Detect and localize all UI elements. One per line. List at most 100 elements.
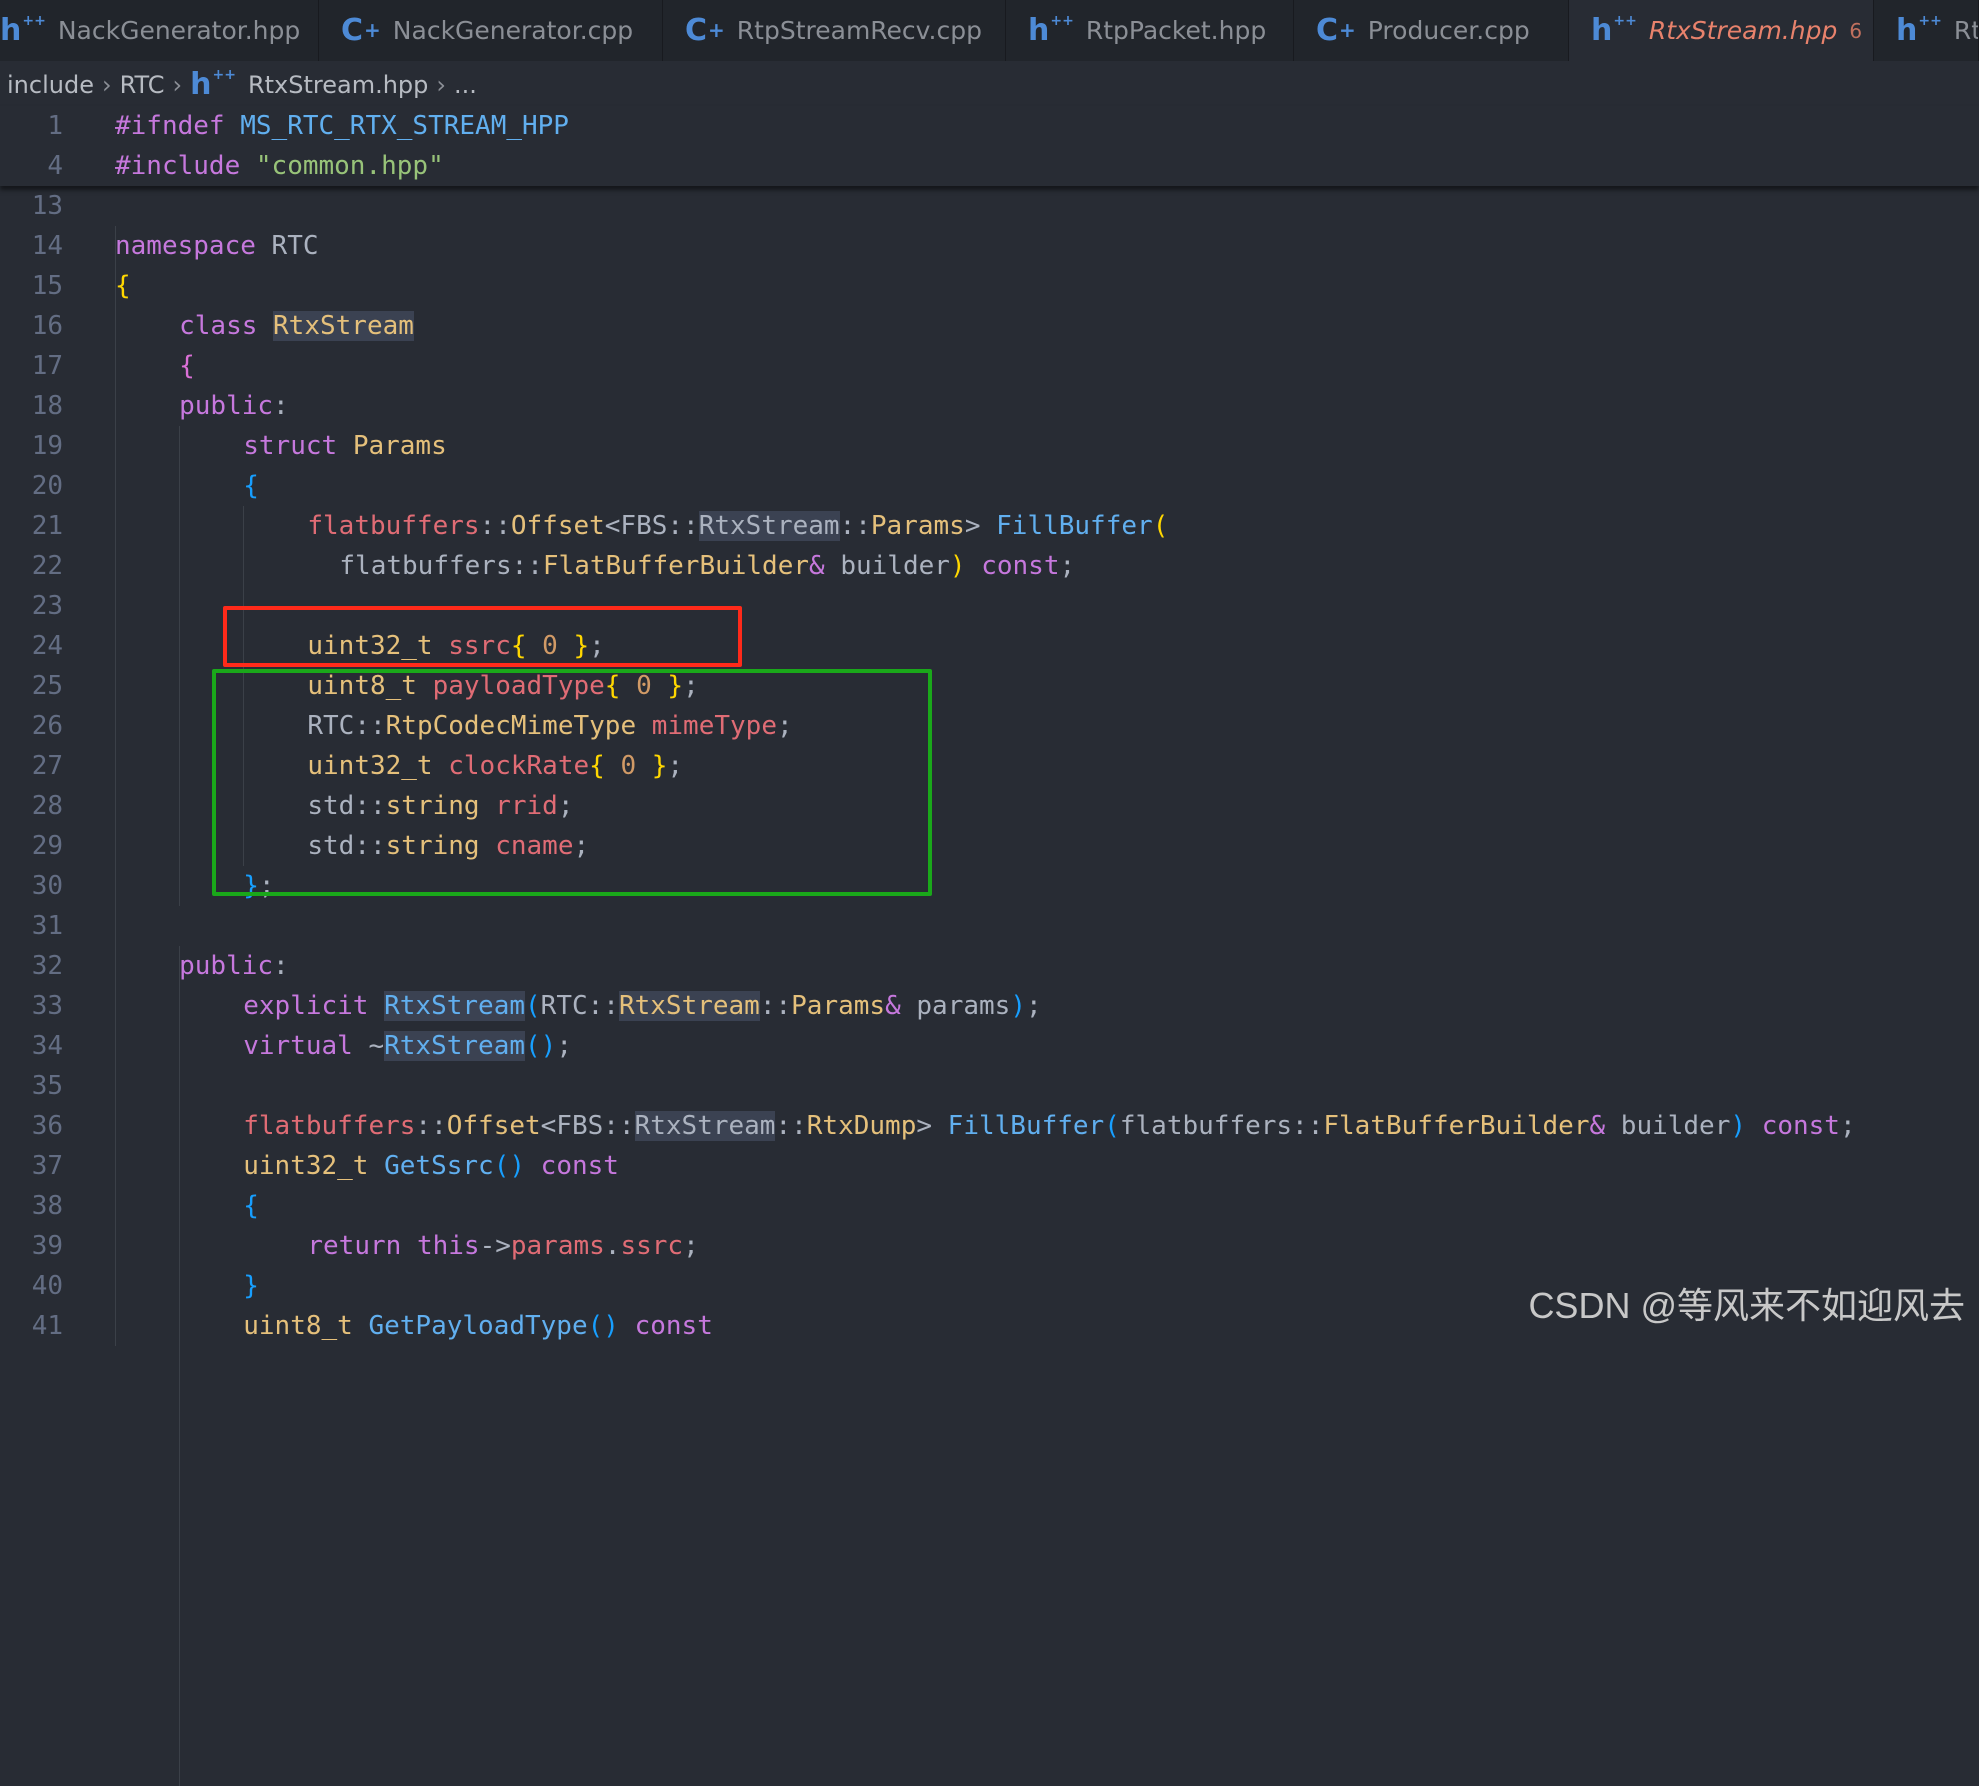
chevron-right-icon: ›: [436, 70, 446, 99]
code-text: namespace RTC: [115, 226, 319, 266]
code-line[interactable]: 22 flatbuffers::FlatBufferBuilder& builde…: [0, 546, 1979, 586]
code-token: FillBuffer: [947, 1111, 1105, 1141]
code-token: flatbuffers: [307, 511, 480, 541]
tab-label: RtxStream.hpp: [1648, 16, 1838, 45]
code-text: public:: [179, 386, 289, 426]
code-line[interactable]: 37 uint32_t GetSsrc() const: [0, 1146, 1979, 1186]
code-text: struct Params: [243, 426, 447, 466]
code-token: virtual: [243, 1031, 369, 1061]
code-line[interactable]: 33 explicit RtxStream(RTC::RtxStream::Par…: [0, 986, 1979, 1026]
code-token: const: [1761, 1111, 1840, 1141]
cpp-source-icon: C +: [1316, 12, 1356, 48]
code-line[interactable]: 38 {: [0, 1186, 1979, 1226]
code-token: uint32_t: [243, 1151, 385, 1181]
tab-label: NackGenerator.hpp: [57, 16, 301, 45]
code-token: (): [493, 1151, 526, 1181]
breadcrumb-include[interactable]: include: [7, 71, 94, 99]
code-token: builder: [1605, 1111, 1731, 1141]
code-line[interactable]: 18 public:: [0, 386, 1979, 426]
tab-rtppacket-hpp[interactable]: h ++ RtpPacket.hpp: [1006, 0, 1294, 61]
tab-label: Rtp: [1953, 16, 1978, 45]
code-line[interactable]: 14 namespace RTC: [0, 226, 1979, 266]
code-token: (: [1152, 511, 1169, 541]
code-text: virtual ~RtxStream();: [243, 1026, 572, 1066]
line-number: 38: [31, 1191, 63, 1221]
line-number: 16: [31, 311, 63, 341]
code-line[interactable]: 16 class RtxStream: [0, 306, 1979, 346]
code-token: (: [525, 991, 541, 1021]
breadcrumb-symbol[interactable]: ...: [454, 71, 477, 99]
cpp-header-icon: h ++: [0, 12, 46, 48]
code-token: ::: [759, 991, 792, 1021]
breadcrumb-rtc[interactable]: RTC: [120, 71, 165, 99]
chevron-right-icon: ›: [172, 70, 183, 99]
code-token: public: [179, 391, 274, 421]
code-text: flatbuffers::Offset<FBS::RtxStream::Para…: [307, 506, 1168, 546]
code-token: :: [273, 951, 289, 981]
cpp-header-icon: h ++: [1896, 12, 1942, 48]
code-text: {: [243, 466, 259, 506]
code-token: {: [243, 1191, 259, 1221]
line-number: 41: [31, 1311, 63, 1341]
tab-producer-cpp[interactable]: C + Producer.cpp: [1294, 0, 1569, 61]
code-token: namespace: [115, 231, 256, 261]
tab-rtpstreamrecv-cpp[interactable]: C + RtpStreamRecv.cpp: [663, 0, 1006, 61]
line-number: 33: [31, 991, 63, 1021]
code-token: return: [307, 1231, 417, 1261]
tab-label: NackGenerator.cpp: [392, 16, 634, 45]
code-token: params: [900, 991, 1011, 1021]
code-line[interactable]: 1 #ifndef MS_RTC_RTX_STREAM_HPP: [0, 106, 1979, 146]
cpp-source-icon: C +: [685, 12, 725, 48]
indent-guide: [179, 426, 180, 906]
code-token: RtxStream: [384, 991, 526, 1021]
code-text: flatbuffers::Offset<FBS::RtxStream::RtxD…: [243, 1106, 1856, 1146]
tab-rtxstream-hpp[interactable]: h++RtxStream.hpp6✕: [1569, 0, 1874, 61]
code-line[interactable]: 19 struct Params: [0, 426, 1979, 466]
tab-rtp[interactable]: h++ Rtp: [1874, 0, 1979, 61]
line-number: 14: [31, 231, 63, 261]
code-token: ::: [415, 1111, 447, 1141]
code-token: ;: [1025, 991, 1042, 1021]
code-token: FlatBufferBuilder: [1323, 1111, 1590, 1141]
line-number: 37: [31, 1151, 63, 1181]
red-highlight-box: [223, 606, 742, 667]
code-token: Offset: [510, 511, 605, 541]
code-line[interactable]: 20 {: [0, 466, 1979, 506]
line-number: 32: [31, 951, 63, 981]
code-token: flatbuffers::: [339, 551, 543, 581]
code-token: public: [179, 951, 274, 981]
tab-nackgenerator-cpp[interactable]: C + NackGenerator.cpp: [319, 0, 663, 61]
code-token: params: [510, 1231, 605, 1261]
code-line[interactable]: 39 return this->params.ssrc;: [0, 1226, 1979, 1266]
line-number: 27: [31, 751, 63, 781]
sticky-scroll-header[interactable]: 1 #ifndef MS_RTC_RTX_STREAM_HPP 4 #include …: [0, 106, 1979, 186]
code-line[interactable]: 36 flatbuffers::Offset<FBS::RtxStream::Rt…: [0, 1106, 1979, 1146]
line-number: 1: [47, 111, 63, 141]
code-token: ~: [368, 1031, 385, 1061]
tab-label: RtpStreamRecv.cpp: [736, 16, 982, 45]
code-line[interactable]: 31: [0, 906, 1979, 946]
tab-nackgenerator-hpp[interactable]: h ++ NackGenerator.hpp: [0, 0, 319, 61]
code-line[interactable]: 15 {: [0, 266, 1979, 306]
code-line[interactable]: 34 virtual ~RtxStream();: [0, 1026, 1979, 1066]
code-token: ::: [479, 511, 511, 541]
code-line[interactable]: 13: [0, 186, 1979, 226]
code-token: &: [885, 991, 901, 1021]
code-line[interactable]: 17 {: [0, 346, 1979, 386]
code-line[interactable]: 32 public:: [0, 946, 1979, 986]
code-token: ): [1730, 1111, 1747, 1141]
code-token: {: [115, 271, 131, 301]
watermark: CSDN @等风来不如迎风去: [1528, 1285, 1965, 1326]
code-token: <FBS::: [604, 511, 699, 541]
code-token: flatbuffers: [243, 1111, 416, 1141]
line-number: 4: [47, 151, 63, 181]
code-token: ::: [839, 511, 871, 541]
cpp-header-icon: h ++: [1591, 12, 1637, 48]
code-token: #include: [115, 151, 256, 181]
code-line[interactable]: 21 flatbuffers::Offset<FBS::RtxStream::Pa…: [0, 506, 1979, 546]
breadcrumb-file[interactable]: RtxStream.hpp: [248, 71, 428, 99]
code-line[interactable]: 4 #include "common.hpp": [0, 146, 1979, 186]
line-number: 36: [31, 1111, 63, 1141]
code-line[interactable]: 35: [0, 1066, 1979, 1106]
